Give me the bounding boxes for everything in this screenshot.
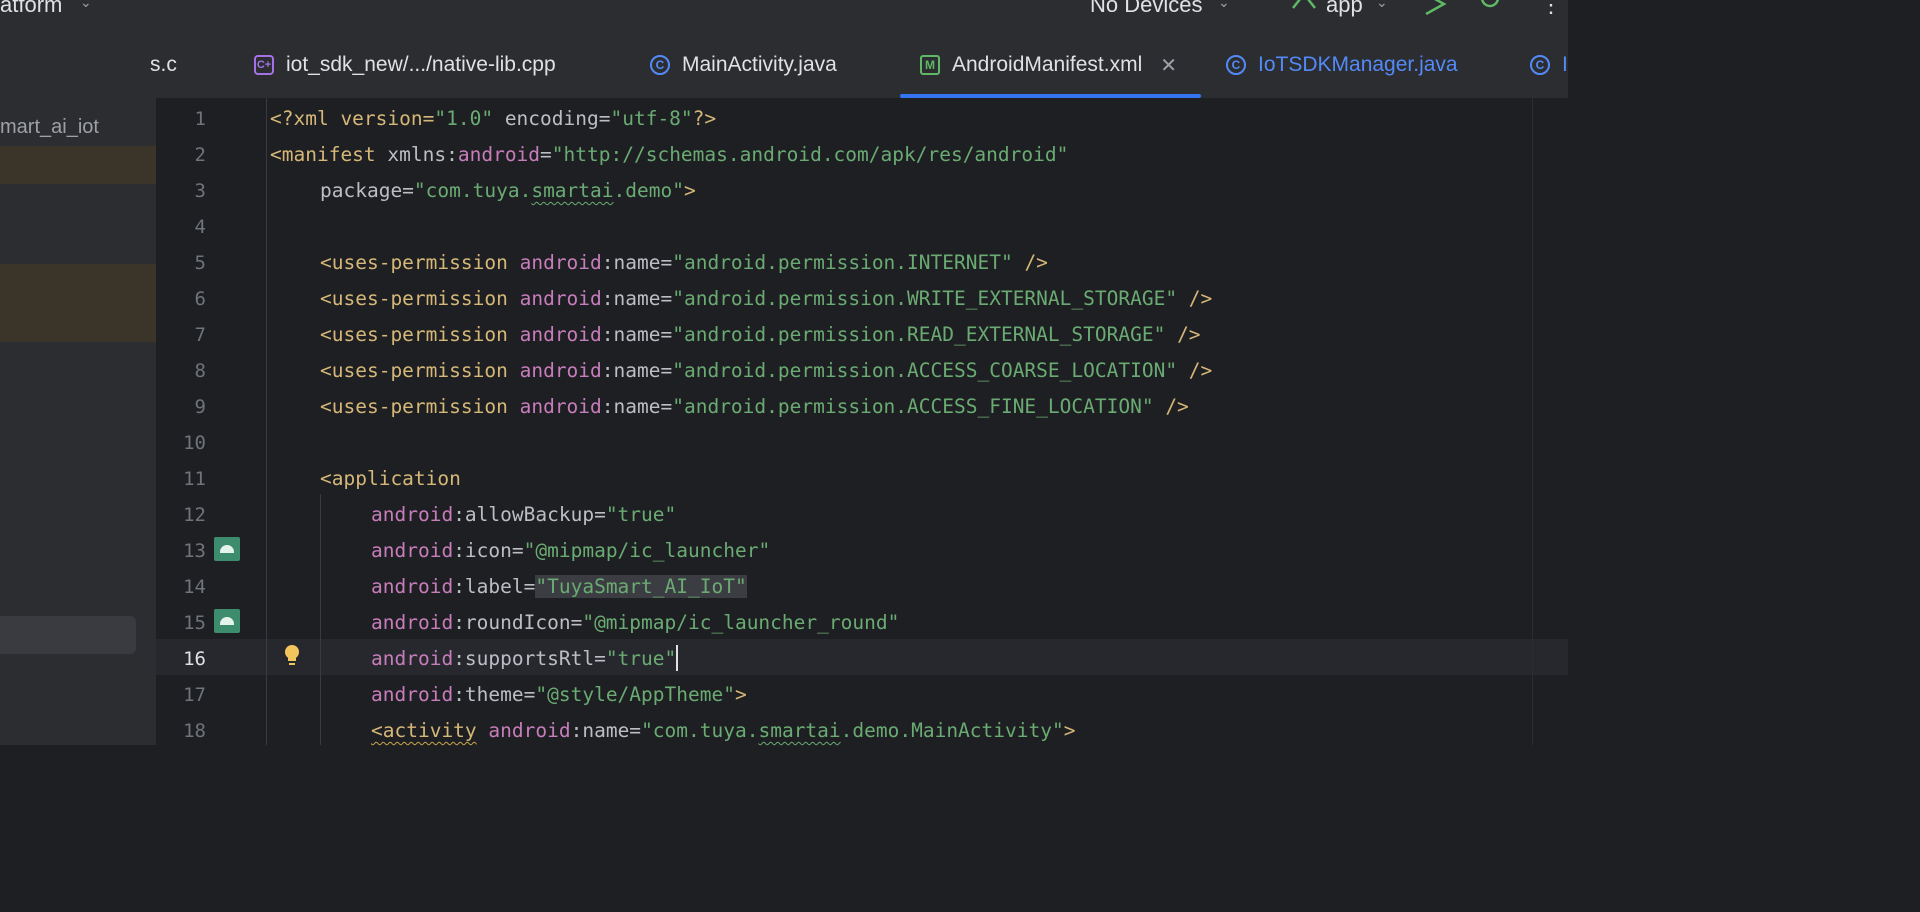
sidebar-highlight-row[interactable] <box>0 264 156 342</box>
tab-label: I <box>1562 53 1568 76</box>
text-caret <box>676 644 679 671</box>
sidebar-selected-row[interactable] <box>0 616 136 654</box>
tab-iotsdkmanager[interactable]: C IoTSDKManager.java <box>1226 32 1458 98</box>
code-line-3[interactable]: package="com.tuya.smartai.demo"> <box>320 173 696 209</box>
sidebar-project-item[interactable]: mart_ai_iot <box>0 116 99 139</box>
project-sidebar: mart_ai_iot <box>0 32 156 745</box>
line-number: 6 <box>194 288 206 310</box>
right-margin-guide <box>1532 98 1533 745</box>
code-line-17[interactable]: android:theme="@style/AppTheme"> <box>371 677 747 713</box>
current-line-highlight <box>156 639 1568 675</box>
code-line-11[interactable]: <application <box>320 461 461 497</box>
editor-tab-bar: s.c C+ iot_sdk_new/.../native-lib.cpp C … <box>150 32 1568 99</box>
code-line-9[interactable]: <uses-permission android:name="android.p… <box>320 389 1189 425</box>
code-line-18[interactable]: <activity android:name="com.tuya.smartai… <box>371 713 1075 749</box>
tab-mainactivity[interactable]: C MainActivity.java <box>650 32 837 98</box>
line-number-current: 16 <box>183 648 206 670</box>
line-number: 14 <box>183 576 206 598</box>
line-number: 12 <box>183 504 206 526</box>
more-options-icon[interactable]: ⋮ <box>1540 0 1562 18</box>
lightbulb-icon[interactable] <box>283 644 301 668</box>
tab-label: MainActivity.java <box>682 53 837 76</box>
line-number: 11 <box>183 468 206 490</box>
line-number: 2 <box>194 144 206 166</box>
line-number: 1 <box>194 108 206 130</box>
code-line-16[interactable]: android:supportsRtl="true" <box>371 641 679 677</box>
code-line-2[interactable]: <manifest xmlns:android="http://schemas.… <box>270 137 1068 173</box>
line-number: 5 <box>194 252 206 274</box>
line-number: 17 <box>183 684 206 706</box>
run-config-selector[interactable]: app <box>1326 0 1363 18</box>
code-line-15[interactable]: android:roundIcon="@mipmap/ic_launcher_r… <box>371 605 899 641</box>
tab-androidmanifest[interactable]: M AndroidManifest.xml ✕ <box>900 32 1202 98</box>
tab-label: IoTSDKManager.java <box>1258 53 1458 76</box>
android-resource-icon[interactable] <box>214 609 240 633</box>
project-selector[interactable]: atform <box>0 0 62 18</box>
android-resource-icon[interactable] <box>214 537 240 561</box>
line-number: 7 <box>194 324 206 346</box>
code-line-14[interactable]: android:label="TuyaSmart_AI_IoT" <box>371 569 747 605</box>
line-number: 9 <box>194 396 206 418</box>
debug-icon[interactable] <box>1476 0 1504 16</box>
device-selector[interactable]: No Devices <box>1090 0 1202 18</box>
run-icon[interactable] <box>1422 0 1450 16</box>
line-number: 10 <box>183 432 206 454</box>
close-icon[interactable]: ✕ <box>1160 53 1177 78</box>
code-line-5[interactable]: <uses-permission android:name="android.p… <box>320 245 1048 281</box>
tab-label: AndroidManifest.xml <box>952 53 1143 76</box>
tab-s-c[interactable]: s.c <box>150 32 177 98</box>
line-number: 18 <box>183 720 206 742</box>
code-line-6[interactable]: <uses-permission android:name="android.p… <box>320 281 1212 317</box>
manifest-icon: M <box>920 55 940 75</box>
code-line-13[interactable]: android:icon="@mipmap/ic_launcher" <box>371 533 770 569</box>
code-line-1[interactable]: <?xml version="1.0" encoding="utf-8"?> <box>270 101 716 137</box>
line-number: 15 <box>183 612 206 634</box>
main-toolbar: atform ⌄ No Devices ⌄ app ⌄ ⋮ <box>0 0 1568 32</box>
sidebar-highlight-row[interactable] <box>0 146 156 184</box>
android-config-icon[interactable] <box>1290 0 1318 16</box>
tab-label: iot_sdk_new/.../native-lib.cpp <box>286 53 556 76</box>
code-line-7[interactable]: <uses-permission android:name="android.p… <box>320 317 1201 353</box>
chevron-down-icon[interactable]: ⌄ <box>1218 0 1230 11</box>
java-class-icon: C <box>1530 55 1550 75</box>
tab-truncated[interactable]: C I <box>1530 32 1568 98</box>
line-number: 3 <box>194 180 206 202</box>
chevron-down-icon[interactable]: ⌄ <box>80 0 92 11</box>
java-class-icon: C <box>650 55 670 75</box>
indent-guide <box>320 494 321 745</box>
java-class-icon: C <box>1226 55 1246 75</box>
cpp-file-icon: C+ <box>254 55 274 75</box>
tab-label: s.c <box>150 53 177 76</box>
chevron-down-icon[interactable]: ⌄ <box>1376 0 1388 11</box>
line-number: 4 <box>194 216 206 238</box>
gutter-divider <box>266 98 267 745</box>
tab-native-lib-cpp[interactable]: C+ iot_sdk_new/.../native-lib.cpp <box>254 32 556 98</box>
line-number: 8 <box>194 360 206 382</box>
code-line-8[interactable]: <uses-permission android:name="android.p… <box>320 353 1212 389</box>
line-number: 13 <box>183 540 206 562</box>
code-line-12[interactable]: android:allowBackup="true" <box>371 497 676 533</box>
